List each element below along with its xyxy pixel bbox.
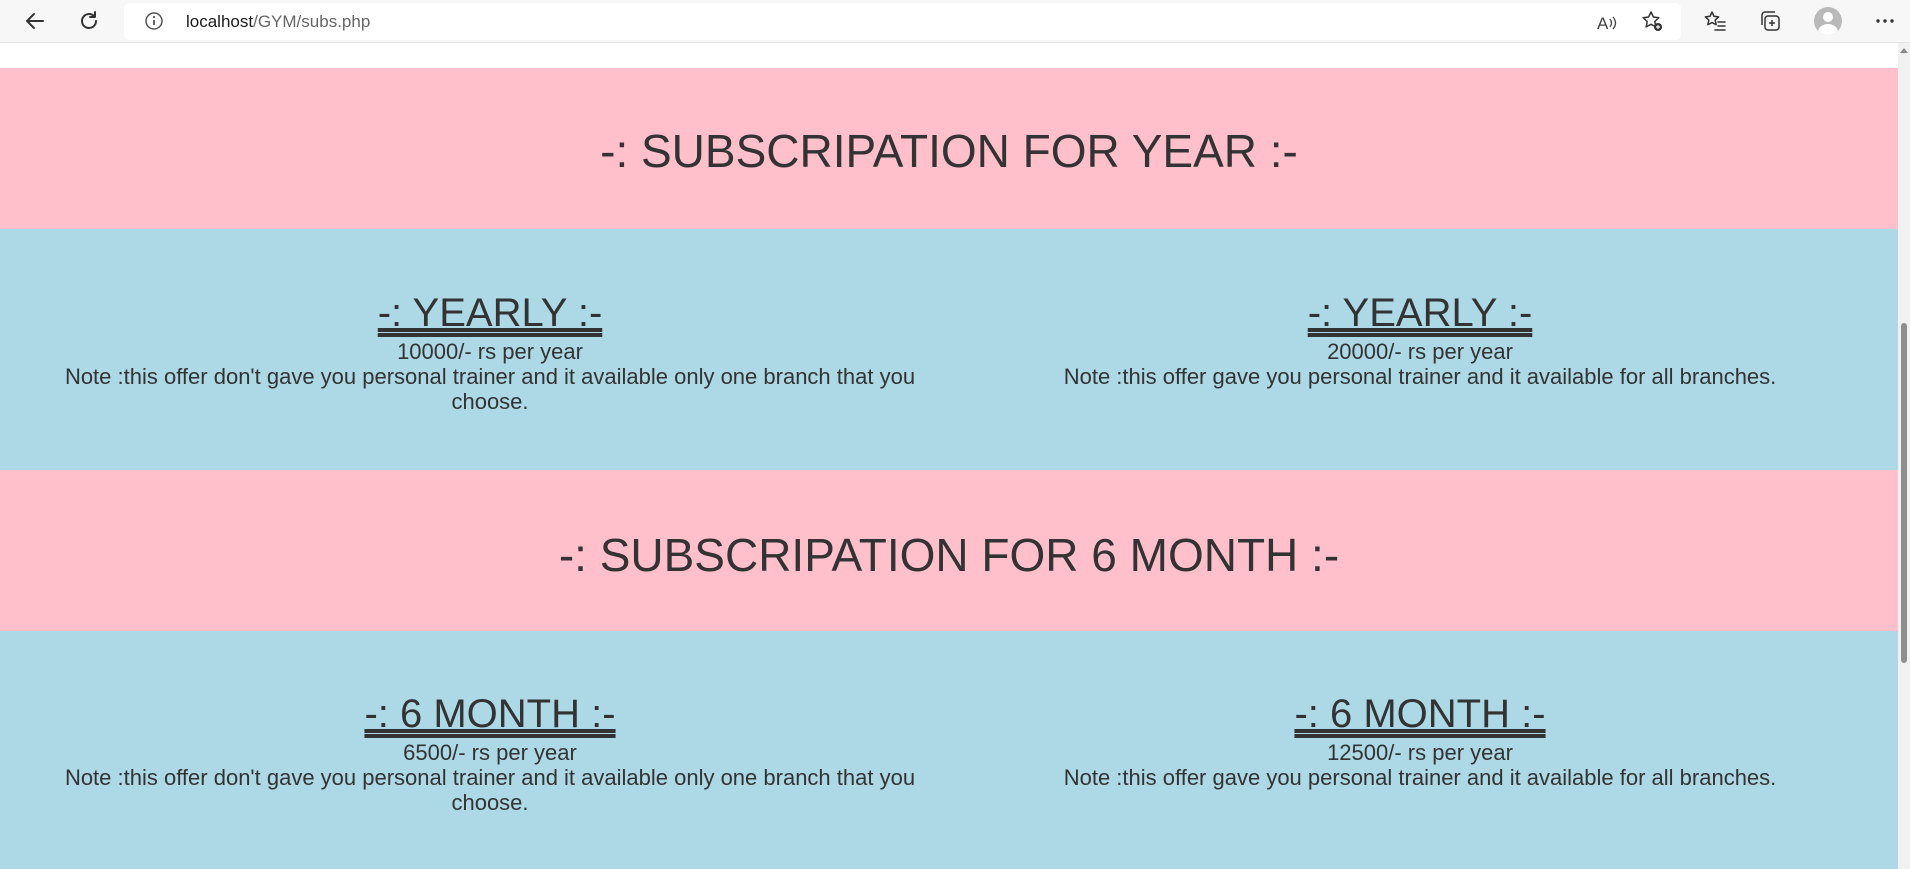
refresh-icon[interactable] xyxy=(74,6,104,36)
plan-card-yearly-basic: -: YEARLY :- 10000/- rs per year Note :t… xyxy=(40,291,940,414)
section-6month-header: -: SUBSCRIPATION FOR 6 MONTH :- xyxy=(0,470,1898,631)
section-year-title: -: SUBSCRIPATION FOR YEAR :- xyxy=(600,125,1298,177)
site-info-icon[interactable] xyxy=(144,11,164,36)
plan-card-yearly-premium: -: YEARLY :- 20000/- rs per year Note :t… xyxy=(1000,291,1840,389)
url-text[interactable]: localhost/GYM/subs.php xyxy=(186,12,370,32)
section-6month-body: -: 6 MONTH :- 6500/- rs per year Note :t… xyxy=(0,631,1898,869)
scrollbar-thumb[interactable] xyxy=(1901,323,1907,663)
address-bar[interactable]: localhost/GYM/subs.php xyxy=(124,3,1681,40)
page-scrollbar[interactable] xyxy=(1898,43,1910,869)
plan-title: -: YEARLY :- xyxy=(377,291,603,335)
profile-avatar-icon[interactable] xyxy=(1814,7,1842,35)
scroll-up-arrow-icon[interactable] xyxy=(1900,48,1908,53)
section-year-body: -: YEARLY :- 10000/- rs per year Note :t… xyxy=(0,229,1898,470)
add-favorite-icon[interactable] xyxy=(1637,6,1667,36)
plan-price: 12500/- rs per year xyxy=(1327,740,1513,765)
url-path: /GYM/subs.php xyxy=(253,12,371,31)
plan-title: -: 6 MONTH :- xyxy=(364,692,616,736)
plan-price: 6500/- rs per year xyxy=(403,740,577,765)
section-year-header: -: SUBSCRIPATION FOR YEAR :- xyxy=(0,68,1898,229)
plan-note: Note :this offer don't gave you personal… xyxy=(64,364,916,414)
plan-card-6month-premium: -: 6 MONTH :- 12500/- rs per year Note :… xyxy=(1000,692,1840,790)
more-menu-icon[interactable] xyxy=(1870,6,1900,36)
plan-note: Note :this offer gave you personal train… xyxy=(1063,765,1777,790)
page-viewport: -: SUBSCRIPATION FOR YEAR :- -: YEARLY :… xyxy=(0,43,1898,869)
favorites-icon[interactable] xyxy=(1700,6,1730,36)
section-6month-title: -: SUBSCRIPATION FOR 6 MONTH :- xyxy=(558,529,1340,581)
url-host: localhost xyxy=(186,12,254,31)
plan-title: -: 6 MONTH :- xyxy=(1294,692,1546,736)
collections-icon[interactable] xyxy=(1755,6,1785,36)
plan-note: Note :this offer gave you personal train… xyxy=(1063,364,1777,389)
plan-price: 10000/- rs per year xyxy=(397,339,583,364)
plan-title: -: YEARLY :- xyxy=(1307,291,1533,335)
read-aloud-icon[interactable]: A xyxy=(1592,8,1622,38)
back-arrow-icon[interactable] xyxy=(20,6,50,36)
svg-text:A: A xyxy=(1597,14,1609,33)
plan-note: Note :this offer don't gave you personal… xyxy=(64,765,916,815)
plan-card-6month-basic: -: 6 MONTH :- 6500/- rs per year Note :t… xyxy=(40,692,940,815)
browser-toolbar: localhost/GYM/subs.php A xyxy=(0,0,1910,43)
plan-price: 20000/- rs per year xyxy=(1327,339,1513,364)
